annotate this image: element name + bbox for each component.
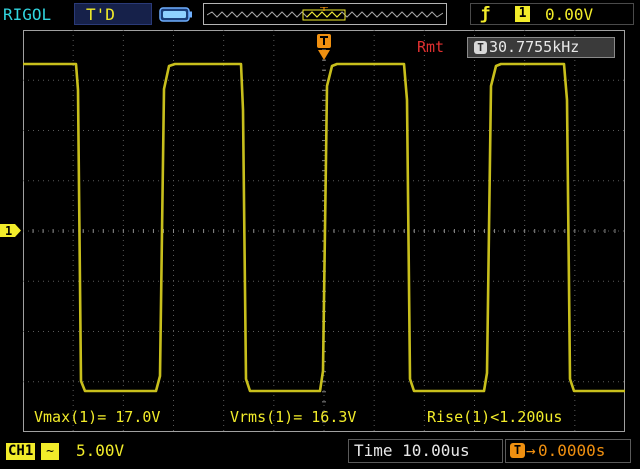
ac-coupling-icon: ~	[41, 443, 59, 460]
trigger-badge-icon: T	[510, 443, 525, 458]
measurement-vmax: Vmax(1)= 17.0V	[34, 408, 161, 426]
brand-label: RIGOL	[3, 5, 52, 24]
ch1-vertical-scale[interactable]: 5.00V	[76, 441, 124, 460]
measurement-rise: Rise(1)<1.200us	[427, 408, 563, 426]
trigger-channel-badge: 1	[515, 6, 530, 22]
frequency-readout: 30.7755kHz	[489, 38, 580, 56]
ch1-ground-marker[interactable]: 1	[0, 223, 22, 238]
timebase-scale[interactable]: Time 10.00us	[354, 441, 470, 460]
battery-icon	[159, 7, 192, 22]
remote-status: Rmt	[417, 38, 445, 56]
trigger-level: 0.00V	[545, 5, 594, 24]
svg-text:1: 1	[5, 224, 12, 238]
ch1-waveform	[23, 62, 625, 393]
trigger-badge-icon: T	[474, 41, 487, 54]
rising-edge-icon: ƒ	[480, 4, 491, 24]
measurement-vrms: Vrms(1)= 16.3V	[230, 408, 357, 426]
trigger-status: T'D	[86, 5, 115, 24]
graticule	[23, 30, 625, 432]
horizontal-position[interactable]: 0.0000s	[538, 441, 605, 460]
trigger-position-marker[interactable]	[316, 32, 332, 62]
memory-waveform-icon	[207, 7, 443, 21]
ch1-label[interactable]: CH1	[6, 443, 36, 460]
arrow-right-icon: →	[526, 441, 536, 460]
